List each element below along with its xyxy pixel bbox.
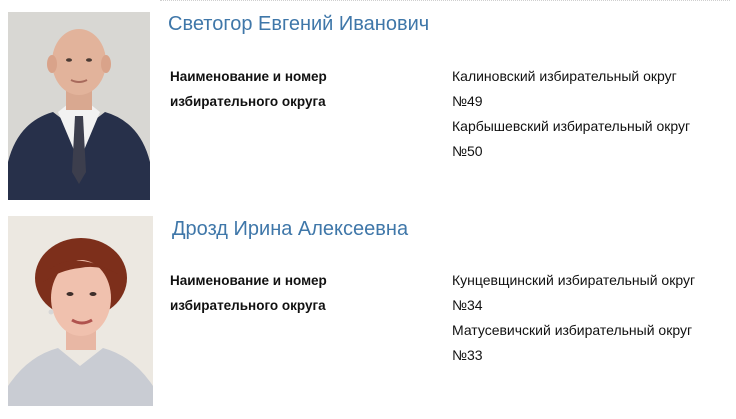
field-label-line: избирательного округа (170, 298, 326, 313)
deputy-card: Дрозд Ирина Алексеевна Наименование и но… (0, 210, 736, 419)
district-name: Карбышевский избирательный округ (452, 118, 691, 134)
deputy-photo (8, 12, 150, 200)
district-number: №50 (452, 143, 483, 159)
district-number: №34 (452, 297, 483, 313)
district-name: Кунцевщинский избирательный округ (452, 272, 696, 288)
field-label-line: Наименование и номер (170, 273, 327, 288)
district-field-label: Наименование и номер избирательного окру… (170, 268, 420, 318)
district-list: Калиновский избирательный округ №49 Карб… (452, 64, 732, 164)
deputy-card: Светогор Евгений Иванович Наименование и… (0, 0, 736, 208)
district-name: Калиновский избирательный округ (452, 68, 677, 84)
deputy-name-link[interactable]: Светогор Евгений Иванович (168, 13, 429, 36)
district-number: №49 (452, 93, 483, 109)
district-field-label: Наименование и номер избирательного окру… (170, 64, 420, 114)
district-name: Матусевичский избирательный округ (452, 322, 693, 338)
district-list: Кунцевщинский избирательный округ №34 Ма… (452, 268, 732, 368)
field-label-line: избирательного округа (170, 94, 326, 109)
deputy-photo (8, 216, 153, 406)
district-number: №33 (452, 347, 483, 363)
field-label-line: Наименование и номер (170, 69, 327, 84)
deputy-name-link[interactable]: Дрозд Ирина Алексеевна (172, 218, 408, 241)
